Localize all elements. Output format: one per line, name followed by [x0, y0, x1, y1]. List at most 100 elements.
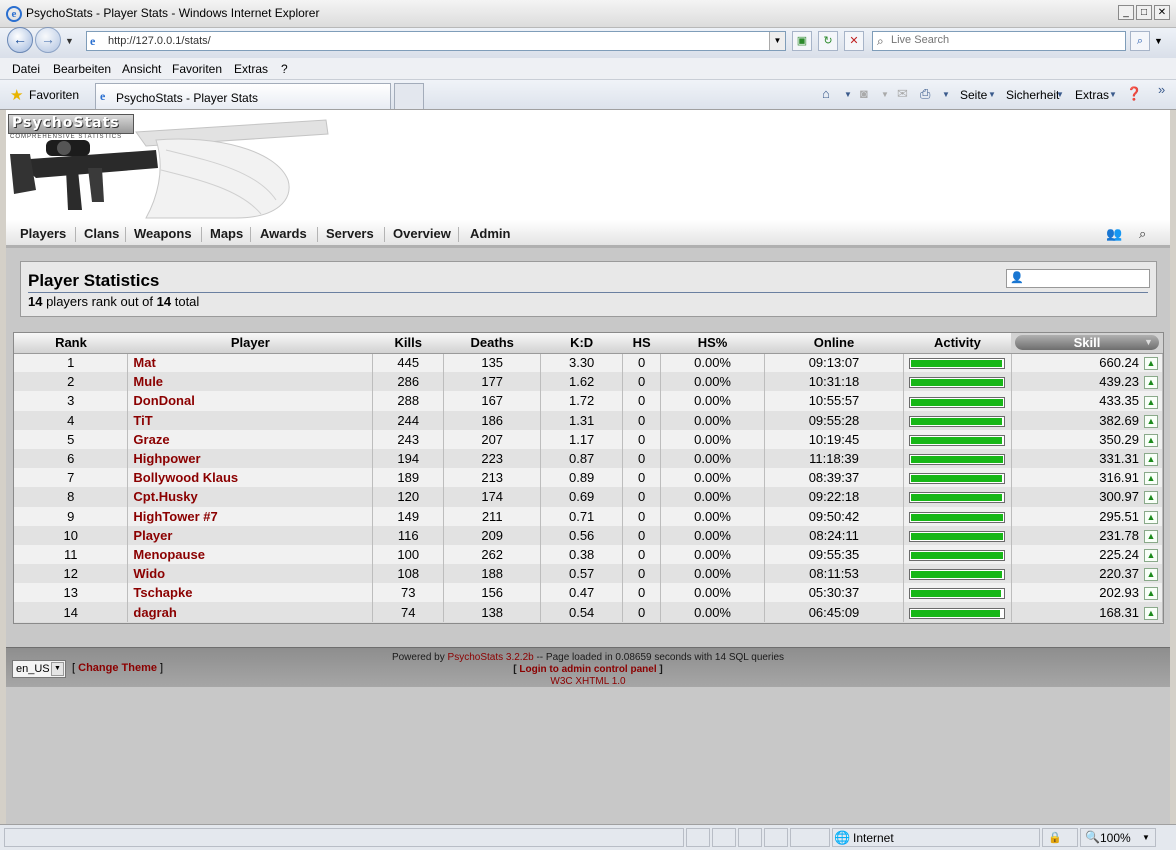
- home-dropdown-icon[interactable]: ▼: [844, 90, 852, 99]
- tab-page-icon: e: [100, 89, 106, 103]
- nav-players[interactable]: Players: [20, 226, 66, 241]
- search-go-icon[interactable]: ⌕: [1130, 31, 1150, 51]
- column-header-hs-pct[interactable]: HS%: [660, 333, 765, 354]
- live-search-box[interactable]: ⌕: [872, 31, 1126, 51]
- column-header-hs[interactable]: HS: [622, 333, 661, 354]
- admin-login-link[interactable]: Login to admin control panel: [519, 664, 656, 675]
- minimize-button[interactable]: _: [1118, 5, 1134, 20]
- column-header-kd[interactable]: K:D: [540, 333, 623, 354]
- skill-trend-up-icon: ▲: [1144, 453, 1158, 467]
- nav-overview[interactable]: Overview: [393, 226, 451, 241]
- column-header-activity[interactable]: Activity: [903, 333, 1012, 354]
- print-icon[interactable]: ⎙: [920, 86, 930, 102]
- player-name-link[interactable]: Menopause: [133, 547, 205, 562]
- menu-edit[interactable]: Bearbeiten: [53, 62, 111, 76]
- menu-file[interactable]: Datei: [12, 62, 40, 76]
- activity-bar-fill: [911, 417, 1003, 425]
- total-count: 14: [156, 294, 172, 309]
- favorites-button[interactable]: Favoriten: [29, 88, 79, 102]
- deaths-cell: 138: [443, 602, 542, 622]
- print-dropdown-icon[interactable]: ▼: [942, 90, 950, 99]
- column-header-player[interactable]: Player: [127, 333, 373, 354]
- close-window-button[interactable]: ✕: [1154, 5, 1170, 20]
- nav-separator: [317, 227, 318, 242]
- player-name-link[interactable]: TiT: [133, 413, 152, 428]
- rank-cell: 1: [14, 353, 129, 373]
- favorites-star-icon[interactable]: ★: [10, 86, 23, 104]
- column-header-rank[interactable]: Rank: [14, 333, 128, 354]
- player-filter-input[interactable]: 👤: [1006, 269, 1150, 288]
- menu-tools[interactable]: Extras: [234, 62, 268, 76]
- browser-tab-active[interactable]: e PsychoStats - Player Stats: [95, 83, 391, 109]
- player-name-link[interactable]: Tschapke: [133, 585, 192, 600]
- users-icon[interactable]: 👥: [1106, 226, 1122, 242]
- psychostats-link[interactable]: PsychoStats 3.2.2b: [448, 652, 534, 663]
- page-menu[interactable]: Seite: [960, 88, 987, 102]
- column-header-skill[interactable]: Skill ▼: [1011, 333, 1163, 354]
- deaths-cell: 186: [443, 410, 542, 430]
- player-name-link[interactable]: Cpt.Husky: [133, 489, 197, 504]
- w3c-xhtml-link[interactable]: W3C XHTML 1.0: [550, 676, 625, 687]
- kills-cell: 100: [372, 544, 445, 565]
- activity-cell: [903, 372, 1012, 392]
- hs-cell: 0: [622, 353, 662, 373]
- help-icon[interactable]: ❓: [1126, 86, 1142, 102]
- chevron-more-icon[interactable]: »: [1158, 82, 1165, 97]
- player-name-link[interactable]: Mat: [133, 355, 155, 370]
- table-row: 1 Mat 445 135 3.30 0 0.00% 09:13:07 660.24 ▲: [14, 353, 1164, 373]
- skill-trend-up-icon: ▲: [1144, 357, 1158, 371]
- security-menu[interactable]: Sicherheit: [1006, 88, 1059, 102]
- player-cell: TiT: [127, 410, 374, 430]
- status-text-cell: [4, 828, 684, 847]
- player-name-link[interactable]: Player: [133, 528, 172, 543]
- forward-button[interactable]: →: [35, 27, 61, 53]
- refresh-icon[interactable]: ↻: [818, 31, 838, 51]
- feeds-icon[interactable]: ◙: [860, 86, 868, 101]
- player-name-link[interactable]: Bollywood Klaus: [133, 470, 238, 485]
- home-icon[interactable]: ⌂: [822, 86, 830, 101]
- search-options-icon[interactable]: ▼: [1154, 36, 1163, 46]
- column-header-online[interactable]: Online: [764, 333, 904, 354]
- player-name-link[interactable]: Wido: [133, 566, 165, 581]
- search-icon[interactable]: ⌕: [1139, 226, 1146, 242]
- nav-weapons[interactable]: Weapons: [134, 226, 192, 241]
- player-name-link[interactable]: DonDonal: [133, 393, 194, 408]
- kd-cell: 1.17: [540, 429, 624, 449]
- player-name-link[interactable]: HighTower #7: [133, 509, 217, 524]
- nav-awards[interactable]: Awards: [260, 226, 307, 241]
- mail-icon[interactable]: ✉: [897, 86, 908, 102]
- powered-by-text: Powered by: [391, 652, 448, 663]
- player-name-link[interactable]: dagrah: [133, 605, 176, 620]
- player-name-link[interactable]: Mule: [133, 374, 163, 389]
- player-name-link[interactable]: Graze: [133, 432, 169, 447]
- skill-trend-up-icon: ▲: [1144, 472, 1158, 486]
- compatibility-view-icon[interactable]: ▣: [792, 31, 812, 51]
- nav-clans[interactable]: Clans: [84, 226, 119, 241]
- activity-bar-fill: [911, 360, 1003, 368]
- address-bar[interactable]: e http://127.0.0.1/stats/ ▼: [86, 31, 786, 51]
- column-header-kills[interactable]: Kills: [372, 333, 444, 354]
- maximize-button[interactable]: □: [1136, 5, 1152, 20]
- kd-cell: 0.57: [540, 564, 624, 584]
- back-button[interactable]: ←: [7, 27, 33, 53]
- menu-favorites[interactable]: Favoriten: [172, 62, 222, 76]
- menu-view[interactable]: Ansicht: [122, 62, 161, 76]
- site-logo[interactable]: PsychoStats: [8, 114, 134, 134]
- rank-cell: 6: [14, 448, 129, 469]
- nav-servers[interactable]: Servers: [326, 226, 374, 241]
- feeds-dropdown-icon[interactable]: ▼: [881, 90, 889, 99]
- new-tab-button[interactable]: [394, 83, 424, 109]
- player-name-link[interactable]: Highpower: [133, 451, 200, 466]
- column-header-deaths[interactable]: Deaths: [443, 333, 541, 354]
- stop-icon[interactable]: ✕: [844, 31, 864, 51]
- nav-maps[interactable]: Maps: [210, 226, 243, 241]
- nav-admin[interactable]: Admin: [470, 226, 510, 241]
- menu-help[interactable]: ?: [281, 62, 288, 76]
- hs-pct-cell: 0.00%: [660, 391, 766, 411]
- address-dropdown-icon[interactable]: ▼: [769, 32, 785, 50]
- tools-menu[interactable]: Extras: [1075, 88, 1109, 102]
- skill-value: 433.35: [1099, 393, 1139, 409]
- history-dropdown-icon[interactable]: ▼: [65, 36, 74, 46]
- skill-trend-up-icon: ▲: [1144, 376, 1158, 390]
- search-input[interactable]: [891, 34, 1121, 46]
